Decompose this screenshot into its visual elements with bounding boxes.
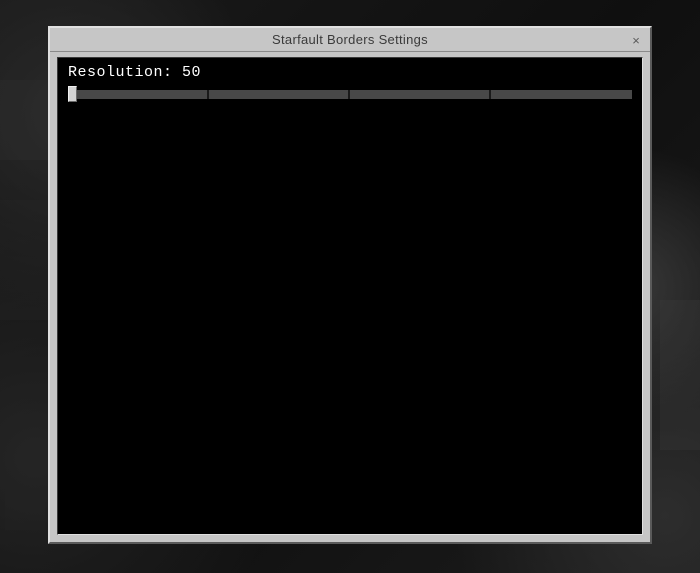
resolution-value: 50 — [182, 64, 201, 81]
settings-window: Starfault Borders Settings × Resolution:… — [48, 26, 652, 544]
window-body: Resolution: 50 — [57, 57, 643, 535]
slider-track — [68, 90, 632, 99]
window-title: Starfault Borders Settings — [272, 32, 428, 47]
titlebar: Starfault Borders Settings × — [50, 28, 650, 52]
resolution-label: Resolution: 50 — [68, 64, 632, 81]
close-icon[interactable]: × — [628, 32, 644, 48]
slider-thumb[interactable] — [68, 86, 77, 102]
resolution-slider[interactable] — [68, 87, 632, 101]
